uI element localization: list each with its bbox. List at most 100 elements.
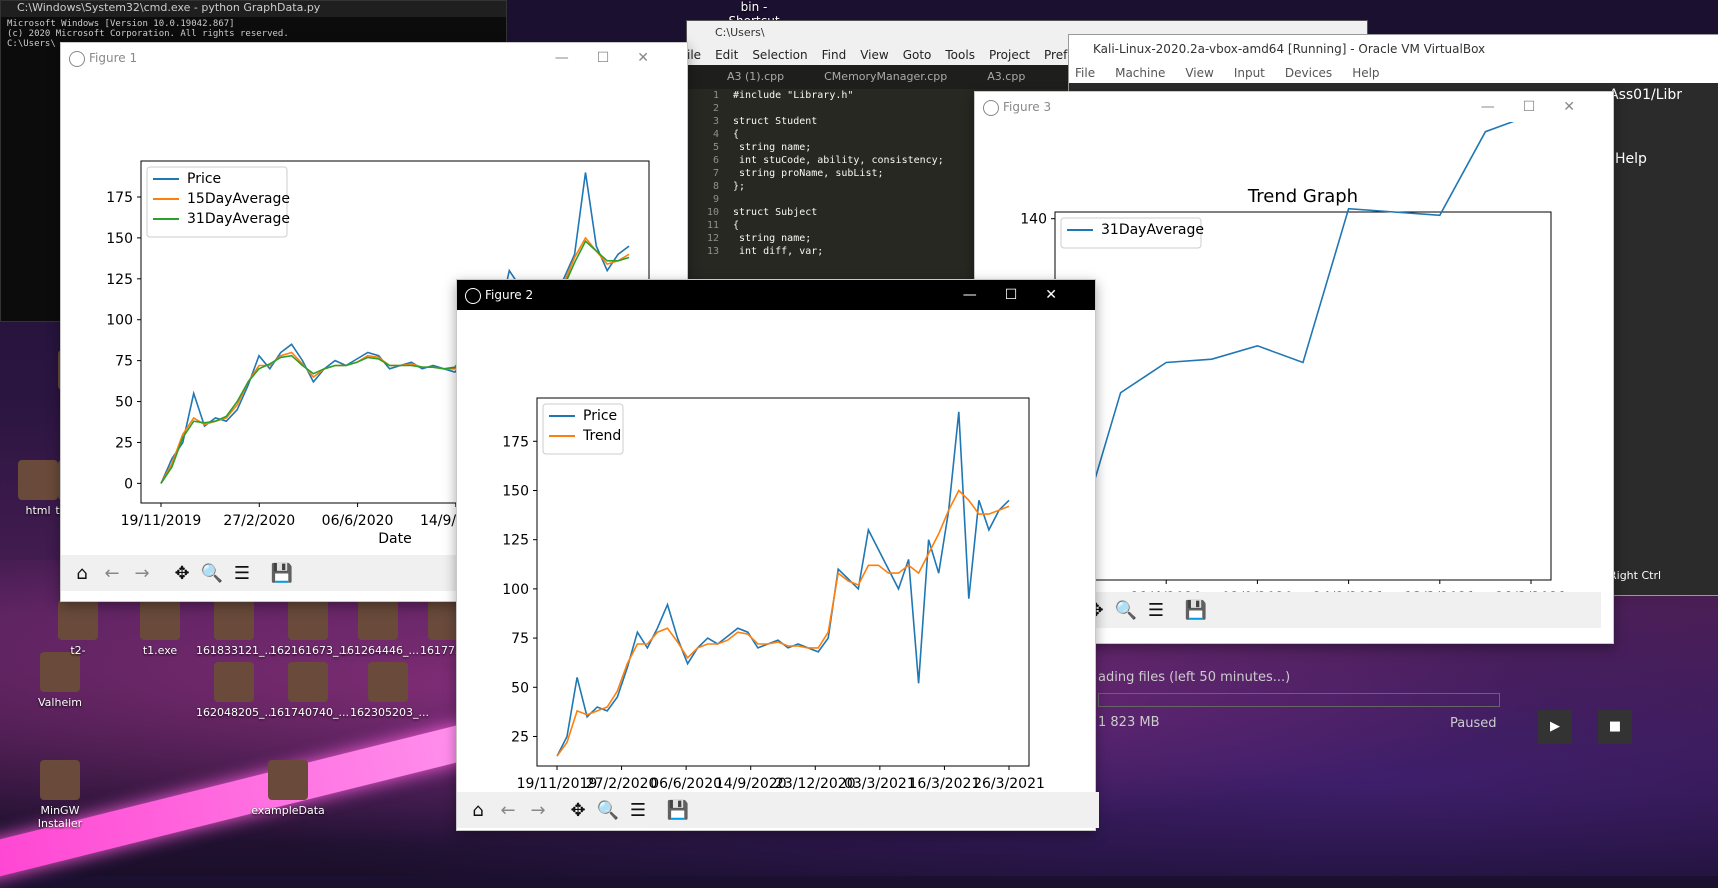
vbox-help[interactable]: Help <box>1615 151 1647 167</box>
y-tick-label: 150 <box>106 231 133 247</box>
y-tick-label: 75 <box>511 631 529 647</box>
code-text: int stuCode, ability, consistency; <box>733 155 944 166</box>
cmd-line: Microsoft Windows [Version 10.0.19042.86… <box>7 19 235 29</box>
vbox-menu-item[interactable]: Machine <box>1115 66 1165 80</box>
line-number: 1 <box>712 90 719 101</box>
forward-icon[interactable]: → <box>127 558 157 588</box>
vbox-title: Kali-Linux-2020.2a-vbox-amd64 [Running] … <box>1069 35 1718 63</box>
file-icon <box>140 600 180 640</box>
desktop-icon[interactable]: t2- <box>40 600 116 657</box>
stop-button[interactable]: ■ <box>1598 710 1632 744</box>
zoom-icon[interactable]: 🔍 <box>593 795 623 825</box>
desktop-icon[interactable]: 162048205_... <box>196 662 275 719</box>
pan-icon[interactable]: ✥ <box>167 558 197 588</box>
back-icon[interactable]: ← <box>97 558 127 588</box>
chart-title: Trend Graph <box>1247 186 1358 207</box>
zoom-icon[interactable]: 🔍 <box>197 558 227 588</box>
code-text: struct Subject <box>733 207 818 218</box>
code-text: int diff, var; <box>733 246 824 257</box>
save-icon[interactable]: 💾 <box>1181 595 1211 625</box>
file-icon <box>18 460 58 500</box>
editor-menu-item[interactable]: Goto <box>903 48 932 62</box>
line-number: 11 <box>706 220 719 231</box>
editor-tab[interactable]: CMemoryManager.cpp <box>824 70 947 83</box>
editor-tab[interactable]: A3.cpp <box>987 70 1025 83</box>
vbox-menu-item[interactable]: Input <box>1234 66 1265 80</box>
editor-menu-item[interactable]: Edit <box>715 48 738 62</box>
desktop-icon-label: t2- <box>70 644 86 657</box>
zoom-icon[interactable]: 🔍 <box>1111 595 1141 625</box>
file-icon <box>368 662 408 702</box>
save-icon[interactable]: 💾 <box>267 558 297 588</box>
desktop-icon[interactable]: 161833121_... <box>196 600 275 657</box>
editor-menu-item[interactable]: ile <box>687 48 701 62</box>
x-tick-label: 19/11/2019 <box>121 513 202 529</box>
configure-icon[interactable]: ☰ <box>227 558 257 588</box>
line-number: 13 <box>706 246 719 257</box>
editor-menu-item[interactable]: Project <box>989 48 1030 62</box>
legend-label: 31DayAverage <box>1101 222 1204 238</box>
save-icon[interactable]: 💾 <box>663 795 693 825</box>
window-controls[interactable]: —☐✕ <box>555 43 677 73</box>
home-icon[interactable]: ⌂ <box>67 558 97 588</box>
configure-icon[interactable]: ☰ <box>623 795 653 825</box>
desktop-icon[interactable]: MinGW Installer <box>22 760 98 830</box>
editor-menu-item[interactable]: Selection <box>752 48 807 62</box>
desktop-icon-label: 162305203_... <box>350 706 429 719</box>
vbox-menu-item[interactable]: Help <box>1352 66 1379 80</box>
desktop-icon[interactable]: t1.exe <box>122 600 198 657</box>
desktop-icon[interactable]: Valheim <box>22 652 98 709</box>
legend-label: Price <box>187 171 221 187</box>
vbox-menu-item[interactable]: File <box>1075 66 1095 80</box>
line-number: 5 <box>712 142 719 153</box>
file-icon <box>358 600 398 640</box>
y-tick-label: 25 <box>115 435 133 451</box>
desktop-icon-label: Valheim <box>38 696 82 709</box>
line-number: 8 <box>712 181 719 192</box>
file-icon <box>288 662 328 702</box>
vbox-menu-item[interactable]: View <box>1185 66 1213 80</box>
y-tick-label: 125 <box>106 272 133 288</box>
editor-tab[interactable]: A3 (1).cpp <box>727 70 784 83</box>
y-tick-label: 175 <box>106 190 133 206</box>
y-tick-label: 25 <box>511 729 529 745</box>
y-tick-label: 125 <box>502 533 529 549</box>
desktop-icon[interactable]: exampleData <box>250 760 326 817</box>
code-text: { <box>733 220 740 231</box>
editor-menu-item[interactable]: Tools <box>945 48 975 62</box>
desktop-icon[interactable]: 162305203_... <box>350 662 429 719</box>
editor-menu-item[interactable]: View <box>860 48 888 62</box>
line-number: 7 <box>712 168 719 179</box>
configure-icon[interactable]: ☰ <box>1141 595 1171 625</box>
window-controls[interactable]: —☐✕ <box>963 280 1085 310</box>
x-tick-label: 03/3/2021 <box>844 776 916 790</box>
figure-2-window[interactable]: Figure 2 —☐✕ 25 50 75 100 125 150 175 19/11/201… <box>456 279 1099 831</box>
download-status: ading files (left 50 minutes...) <box>1098 670 1291 685</box>
home-icon[interactable]: ⌂ <box>463 795 493 825</box>
line-number: 10 <box>706 207 719 218</box>
back-icon[interactable]: ← <box>493 795 523 825</box>
figure-1-title: Figure 1 <box>89 51 138 65</box>
editor-menu-item[interactable]: Find <box>822 48 847 62</box>
vbox-path: Ass01/Libr <box>1609 87 1683 103</box>
plot-area <box>1054 211 1552 581</box>
download-panel: ading files (left 50 minutes...) 1 823 M… <box>1098 670 1688 770</box>
file-icon <box>214 600 254 640</box>
x-axis-label: Date <box>378 531 411 547</box>
desktop-icon[interactable]: 161264446_... <box>340 600 419 657</box>
play-button[interactable]: ▶ <box>1538 710 1572 744</box>
vbox-menu-item[interactable]: Devices <box>1285 66 1332 80</box>
download-size: 1 823 MB <box>1098 715 1160 730</box>
forward-icon[interactable]: → <box>523 795 553 825</box>
pan-icon[interactable]: ✥ <box>563 795 593 825</box>
desktop-icon[interactable]: 161740740_... <box>270 662 349 719</box>
y-tick-label: 75 <box>115 354 133 370</box>
y-tick-label: 175 <box>502 434 529 450</box>
window-controls[interactable]: —☐✕ <box>1481 92 1603 122</box>
legend-label: 15DayAverage <box>187 191 290 207</box>
desktop-icon-label: exampleData <box>251 804 325 817</box>
y-tick-label: 100 <box>106 313 133 329</box>
desktop-icon-label: 161833121_... <box>196 644 275 657</box>
desktop-icon[interactable]: 162161673_... <box>270 600 349 657</box>
file-icon <box>268 760 308 800</box>
